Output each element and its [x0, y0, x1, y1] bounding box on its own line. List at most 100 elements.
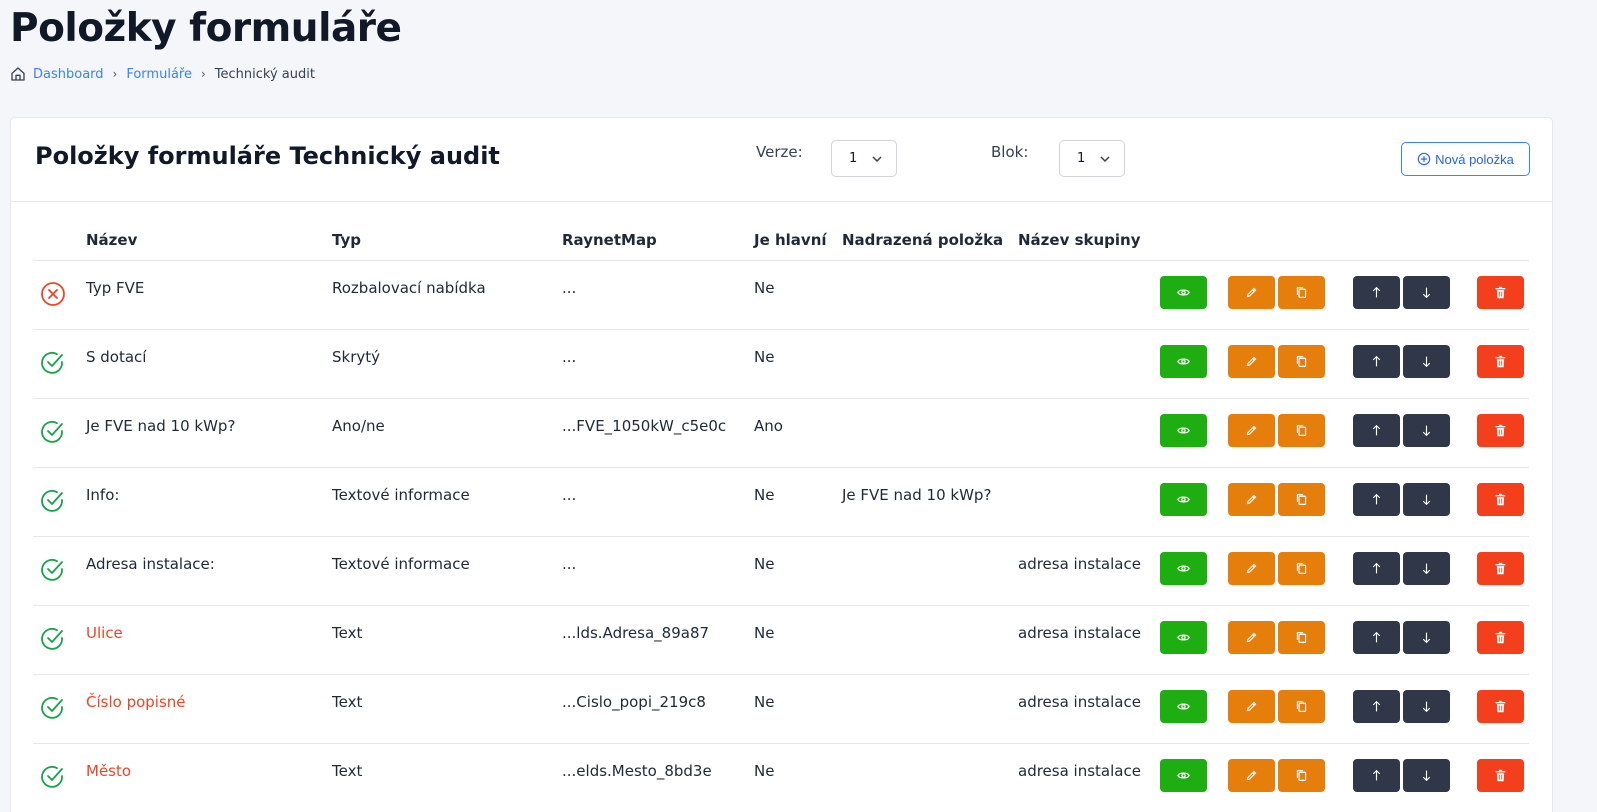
pencil-icon — [1245, 700, 1258, 713]
edit-button[interactable] — [1228, 758, 1275, 792]
copy-button[interactable] — [1278, 551, 1325, 585]
delete-button[interactable] — [1477, 413, 1524, 447]
delete-button[interactable] — [1477, 344, 1524, 378]
move-down-button[interactable] — [1403, 482, 1450, 516]
move-up-button[interactable] — [1353, 689, 1400, 723]
parent-cell — [842, 260, 1018, 330]
delete-button[interactable] — [1477, 620, 1524, 654]
copy-button[interactable] — [1278, 344, 1325, 378]
move-down-button[interactable] — [1403, 758, 1450, 792]
pencil-icon — [1245, 286, 1258, 299]
move-up-button[interactable] — [1353, 344, 1400, 378]
edit-button[interactable] — [1228, 275, 1275, 309]
view-button[interactable] — [1160, 275, 1207, 309]
arrow-down-icon — [1420, 631, 1433, 644]
actions-cell — [1160, 260, 1529, 330]
view-button[interactable] — [1160, 482, 1207, 516]
breadcrumb-formulare[interactable]: Formuláře — [126, 67, 192, 82]
table-row: Info: Textové informace... Ne Je FVE nad 10… — [33, 467, 1529, 537]
view-button[interactable] — [1160, 551, 1207, 585]
delete-button[interactable] — [1477, 482, 1524, 516]
move-down-button[interactable] — [1403, 620, 1450, 654]
edit-button[interactable] — [1228, 551, 1275, 585]
group-cell: adresa instalace — [1018, 605, 1160, 675]
copy-button[interactable] — [1278, 620, 1325, 654]
type-cell: Rozbalovací nabídka — [332, 260, 562, 330]
view-button[interactable] — [1160, 344, 1207, 378]
table-row: S dotací Skrytý... Ne — [33, 329, 1529, 399]
parent-cell — [842, 329, 1018, 399]
arrow-up-icon — [1370, 769, 1383, 782]
move-up-button[interactable] — [1353, 758, 1400, 792]
chevron-down-icon — [872, 156, 882, 163]
col-raynetmap[interactable]: RaynetMap — [562, 220, 754, 261]
move-up-button[interactable] — [1353, 275, 1400, 309]
copy-button[interactable] — [1278, 413, 1325, 447]
parent-cell: Je FVE nad 10 kWp? — [842, 467, 1018, 537]
copy-button[interactable] — [1278, 758, 1325, 792]
version-select[interactable]: 1 — [831, 140, 897, 177]
move-down-button[interactable] — [1403, 344, 1450, 378]
move-up-button[interactable] — [1353, 620, 1400, 654]
new-item-button[interactable]: Nová položka — [1401, 142, 1530, 176]
move-up-button[interactable] — [1353, 413, 1400, 447]
edit-button[interactable] — [1228, 482, 1275, 516]
delete-button[interactable] — [1477, 689, 1524, 723]
status-cell — [33, 398, 86, 468]
move-down-button[interactable] — [1403, 275, 1450, 309]
block-select[interactable]: 1 — [1059, 140, 1125, 177]
parent-cell — [842, 605, 1018, 675]
table-row: Město Text ...elds.Mesto_8bd3e Ne adresa ins… — [33, 743, 1529, 812]
move-down-button[interactable] — [1403, 689, 1450, 723]
copy-button[interactable] — [1278, 689, 1325, 723]
card-header: Položky formuláře Technický audit Verze:… — [11, 118, 1552, 202]
arrow-up-icon — [1370, 562, 1383, 575]
trash-icon — [1494, 493, 1507, 506]
col-group[interactable]: Název skupiny — [1018, 220, 1160, 261]
status-cell — [33, 467, 86, 537]
delete-button[interactable] — [1477, 275, 1524, 309]
view-button[interactable] — [1160, 689, 1207, 723]
move-down-button[interactable] — [1403, 551, 1450, 585]
edit-button[interactable] — [1228, 689, 1275, 723]
eye-icon — [1177, 424, 1190, 437]
items-table: Název Typ RaynetMap Je hlavní Nadrazená … — [33, 220, 1529, 812]
breadcrumb: Dashboard › Formuláře › Technický audit — [10, 66, 315, 82]
name-cell: Info: — [86, 467, 332, 537]
breadcrumb-dashboard[interactable]: Dashboard — [33, 67, 104, 82]
move-up-button[interactable] — [1353, 551, 1400, 585]
eye-icon — [1177, 769, 1190, 782]
delete-button[interactable] — [1477, 758, 1524, 792]
col-type[interactable]: Typ — [332, 220, 562, 261]
home-icon[interactable] — [10, 66, 26, 82]
group-cell: adresa instalace — [1018, 536, 1160, 606]
arrow-down-icon — [1420, 286, 1433, 299]
name-cell: Město — [86, 743, 332, 812]
delete-button[interactable] — [1477, 551, 1524, 585]
move-down-button[interactable] — [1403, 413, 1450, 447]
col-name[interactable]: Název — [86, 220, 332, 261]
type-cell: Text — [332, 605, 562, 675]
group-cell: adresa instalace — [1018, 743, 1160, 812]
copy-button[interactable] — [1278, 275, 1325, 309]
view-button[interactable] — [1160, 758, 1207, 792]
col-main[interactable]: Je hlavní — [754, 220, 842, 261]
move-up-button[interactable] — [1353, 482, 1400, 516]
edit-button[interactable] — [1228, 620, 1275, 654]
view-button[interactable] — [1160, 413, 1207, 447]
eye-icon — [1177, 355, 1190, 368]
pencil-icon — [1245, 769, 1258, 782]
name-cell: Ulice — [86, 605, 332, 675]
edit-button[interactable] — [1228, 413, 1275, 447]
copy-icon — [1295, 286, 1308, 299]
edit-button[interactable] — [1228, 344, 1275, 378]
plus-circle-icon — [1417, 152, 1431, 166]
table-row: Adresa instalace: Textové informace... Ne a… — [33, 536, 1529, 606]
eye-icon — [1177, 493, 1190, 506]
check-circle-icon — [40, 696, 66, 725]
copy-button[interactable] — [1278, 482, 1325, 516]
check-circle-icon — [40, 558, 66, 587]
actions-cell — [1160, 605, 1529, 675]
view-button[interactable] — [1160, 620, 1207, 654]
col-parent[interactable]: Nadrazená položka — [842, 220, 1018, 261]
